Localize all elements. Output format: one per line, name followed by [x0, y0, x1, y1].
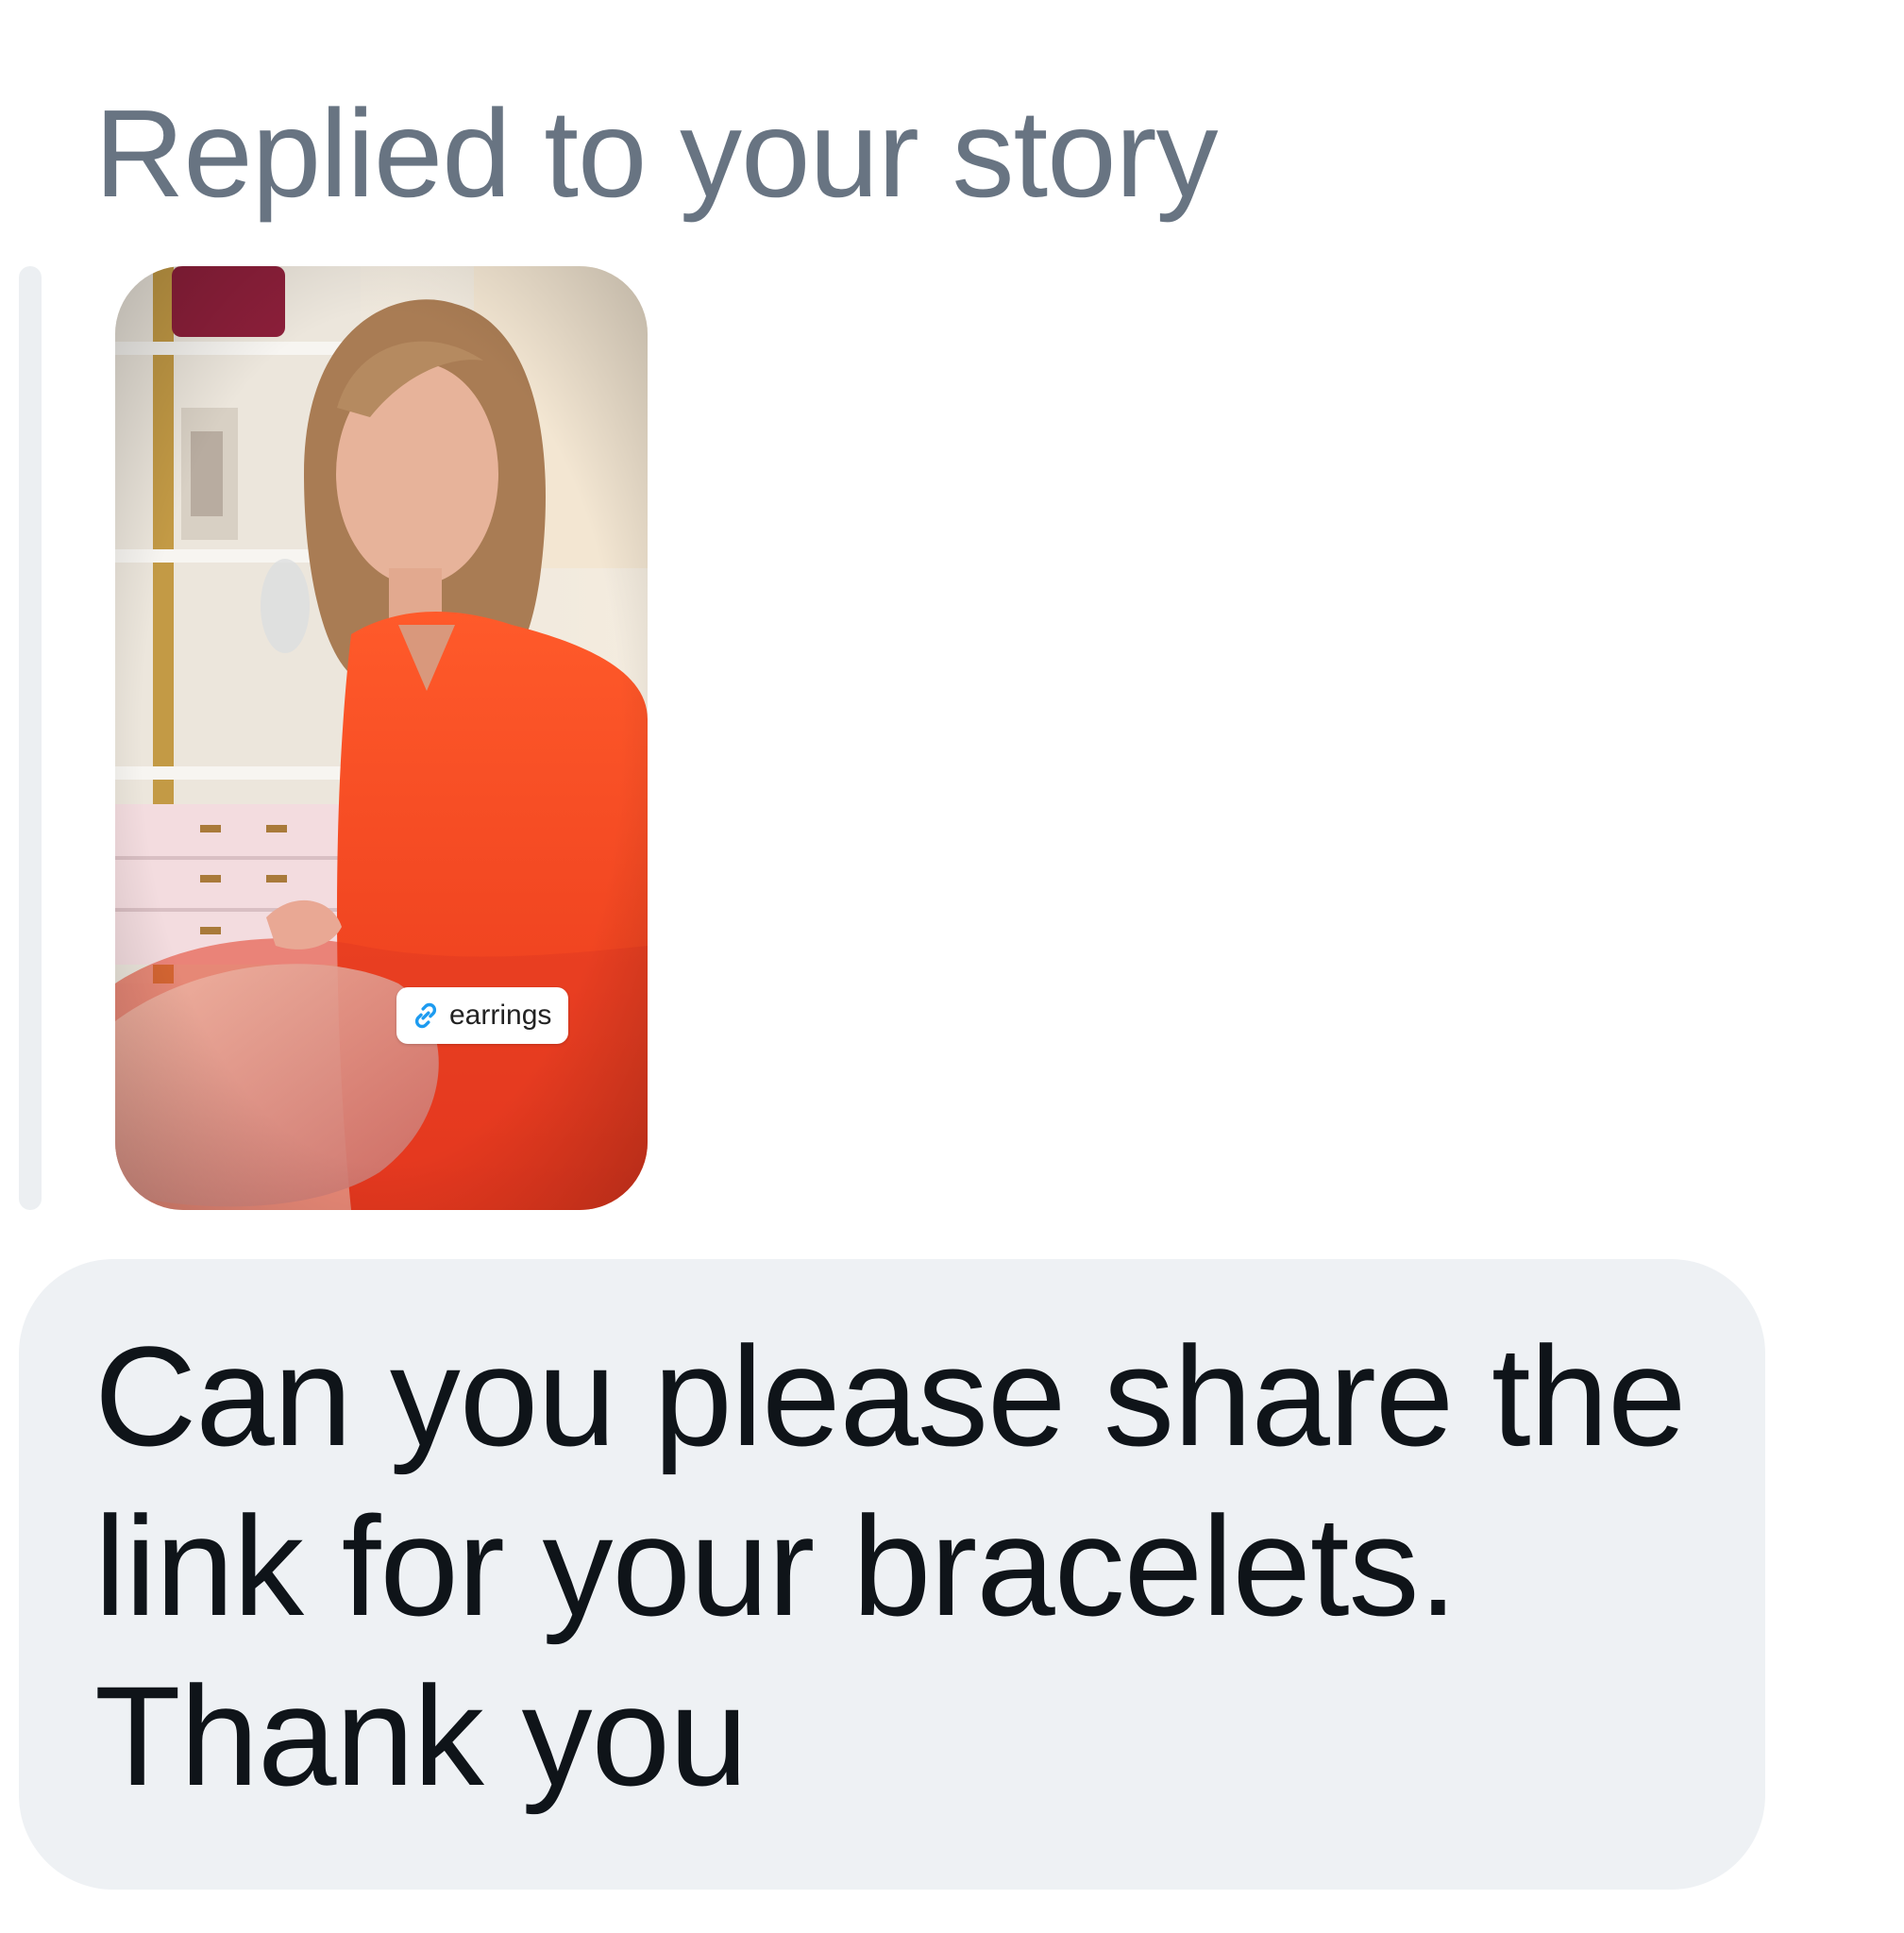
link-sticker-label: earrings [449, 1000, 552, 1031]
link-sticker[interactable]: earrings [396, 987, 569, 1044]
story-thumbnail[interactable]: earrings [115, 266, 648, 1210]
message-text: Can you please share the link for your b… [94, 1317, 1686, 1815]
message-bubble[interactable]: Can you please share the link for your b… [19, 1259, 1765, 1890]
reply-context-label: Replied to your story [94, 84, 1219, 223]
quote-indicator-bar [19, 266, 42, 1210]
story-image [115, 266, 648, 1210]
link-icon [410, 1000, 442, 1032]
